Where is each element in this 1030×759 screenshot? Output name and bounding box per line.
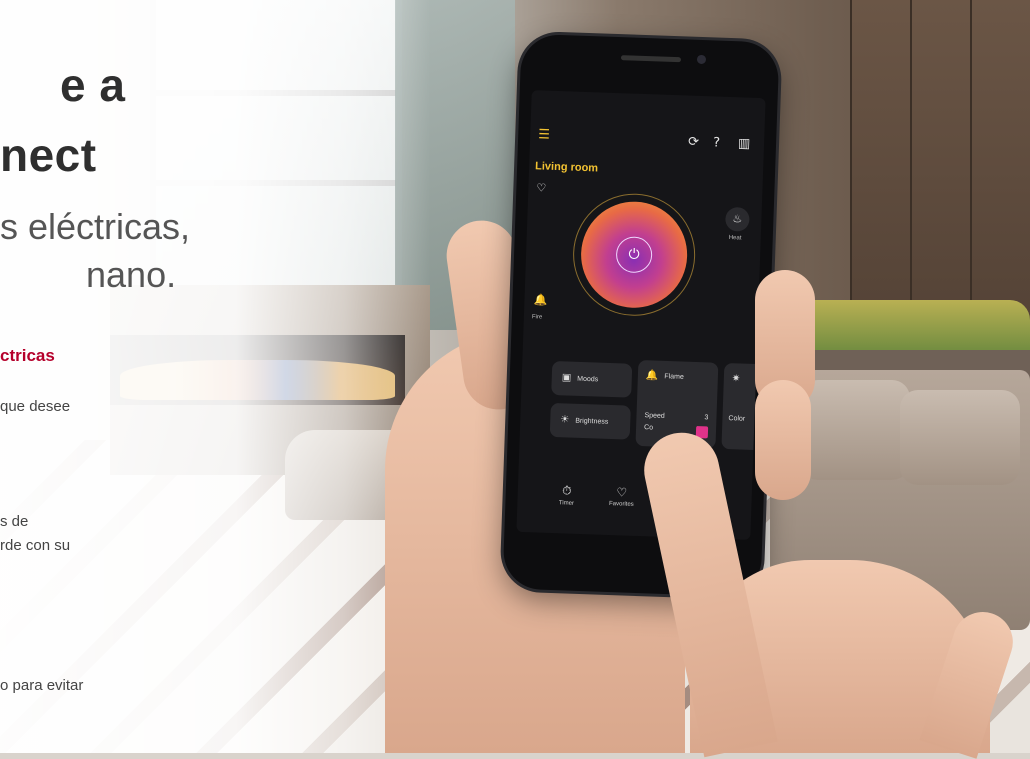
flame-label: Flame <box>664 373 684 381</box>
brightness-label: Brightness <box>575 417 609 426</box>
moods-card[interactable]: ▣ Moods <box>551 360 633 398</box>
color-short-label: Co <box>643 424 654 432</box>
promo-body-line: o para evitar <box>0 677 84 694</box>
smartphone: ☰ ⟳ ? ▥ Living room ♡ ⏻ ♨ Heat 🔔 Fire ▣ M… <box>502 33 780 598</box>
bulb-icon: ✷ <box>731 373 741 385</box>
moods-label: Moods <box>577 375 599 384</box>
fire-label: Fire <box>531 314 543 321</box>
promo-body-line: s de <box>0 513 29 530</box>
grid-icon[interactable]: ▥ <box>738 136 751 151</box>
brightness-card[interactable]: ☀ Brightness <box>549 402 631 440</box>
phone-camera <box>696 54 707 65</box>
sun-icon: ☀ <box>560 414 570 426</box>
app-screen: ☰ ⟳ ? ▥ Living room ♡ ⏻ ♨ Heat 🔔 Fire ▣ M… <box>516 90 766 540</box>
speed-value: 3 <box>704 414 709 422</box>
favorites-label: Favorites <box>608 501 634 508</box>
fire-icon[interactable]: 🔔 <box>528 288 553 313</box>
menu-icon[interactable]: ☰ <box>538 127 550 142</box>
speed-label: Speed <box>644 412 665 420</box>
favorites-button[interactable]: ♡ Favorites <box>601 485 642 508</box>
timer-icon: ⏱ <box>561 483 572 498</box>
promo-body-line: rde con su <box>0 537 71 554</box>
heart-outline-icon: ♡ <box>616 485 628 500</box>
refresh-icon[interactable]: ⟳ <box>688 135 699 150</box>
promo-subtitle-line1: s eléctricas, <box>0 206 191 247</box>
timer-button[interactable]: ⏱ Timer <box>551 483 582 507</box>
promo-subtitle-line2: nano. <box>86 254 177 295</box>
moods-icon: ▣ <box>561 372 572 384</box>
promo-title-line1: e a <box>60 59 126 111</box>
text-fade-overlay <box>0 0 430 753</box>
left-hand-finger <box>755 380 811 500</box>
color-label: Color <box>728 415 746 423</box>
plants <box>780 300 1030 355</box>
timer-label: Timer <box>558 500 575 507</box>
help-icon[interactable]: ? <box>713 135 720 150</box>
room-title: Living room <box>534 160 599 175</box>
heat-icon[interactable]: ♨ <box>725 206 750 232</box>
flame-icon: 🔔 <box>645 370 659 382</box>
heat-label: Heat <box>728 235 742 242</box>
promo-body-line: que desee <box>0 398 71 415</box>
phone-speaker <box>620 55 682 63</box>
promo-title-line2: nect <box>0 129 97 181</box>
promo-section-heading: ctricas <box>0 346 55 365</box>
heart-icon[interactable]: ♡ <box>536 181 546 194</box>
